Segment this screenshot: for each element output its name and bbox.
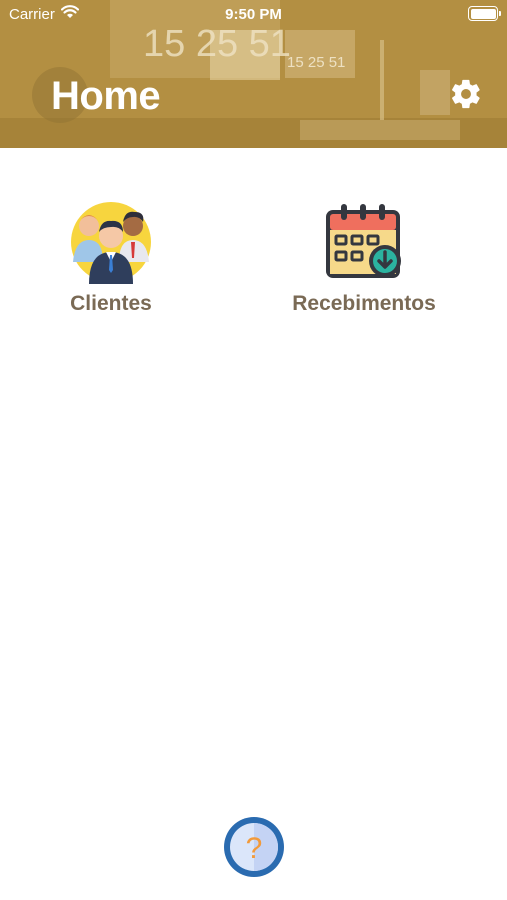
menu-item-recebimentos[interactable]: Recebimentos xyxy=(264,200,464,316)
gear-icon[interactable] xyxy=(449,77,483,111)
help-button[interactable]: ? xyxy=(223,816,285,878)
help-icon: ? xyxy=(246,832,263,865)
people-group-icon xyxy=(71,202,151,284)
menu-item-label: Recebimentos xyxy=(292,292,436,315)
menu-item-label: Clientes xyxy=(70,292,152,315)
status-time: 9:50 PM xyxy=(225,6,282,23)
battery-icon xyxy=(468,6,501,21)
calendar-download-icon xyxy=(326,204,401,278)
menu-item-clientes[interactable]: Clientes xyxy=(11,200,211,316)
header-background-clock-small: 15 25 51 xyxy=(287,54,345,71)
header: 15 25 51 15 25 51 Carrier 9:50 PM Home xyxy=(0,0,507,148)
page-title: Home xyxy=(51,74,161,118)
status-bar: Carrier 9:50 PM xyxy=(0,0,507,30)
